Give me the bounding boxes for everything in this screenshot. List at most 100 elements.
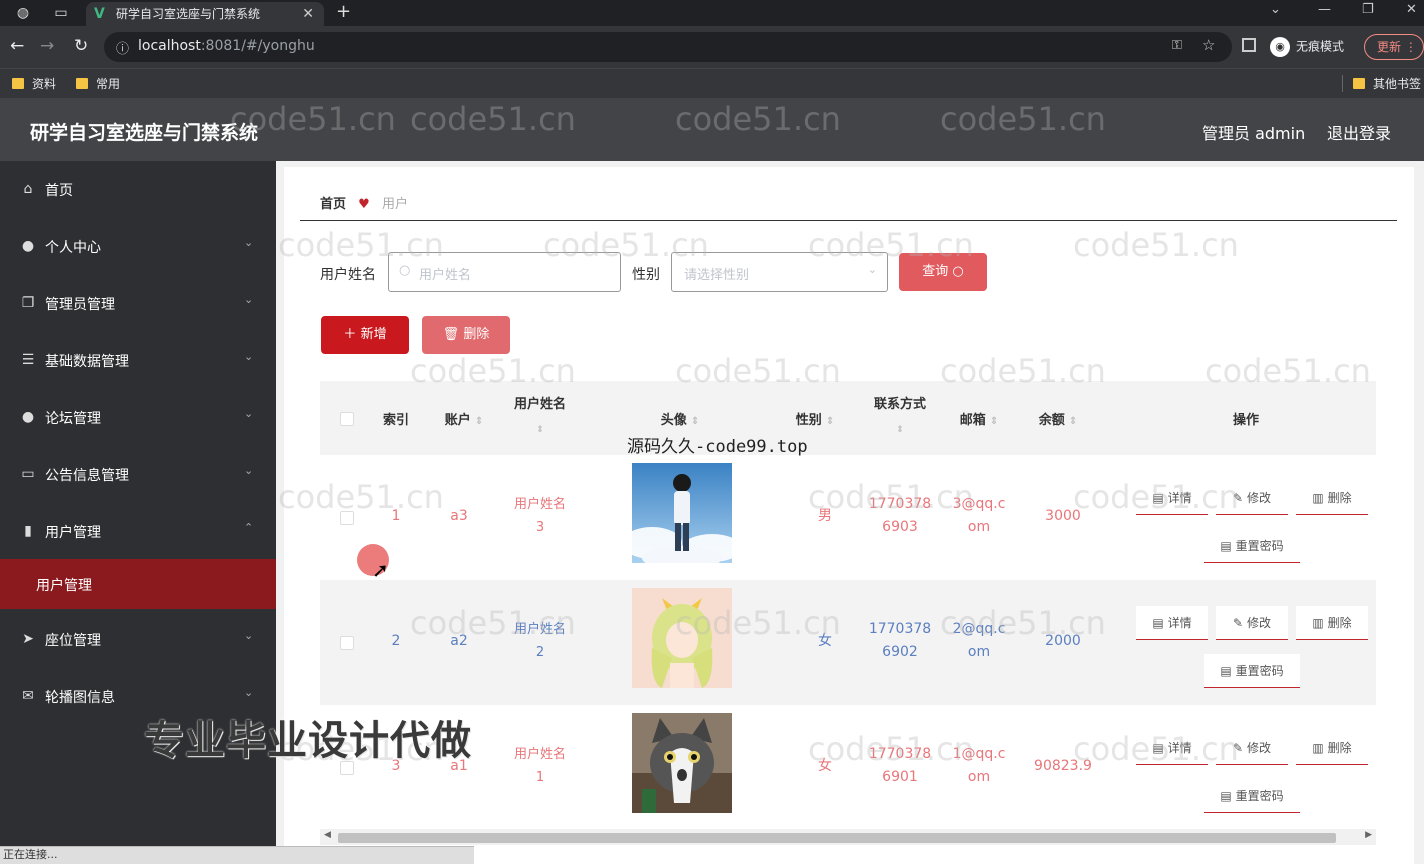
header-gender[interactable]: 性别 ⇕ [780, 409, 850, 428]
sidebar-item-basedata[interactable]: ☰ 基础数据管理 ⌄ [0, 332, 276, 389]
reset-label: 重置密码 [1235, 539, 1284, 553]
avatar-cat [632, 713, 732, 813]
query-button[interactable]: 查询 ○ [899, 253, 987, 291]
sidebar-subitem-users[interactable]: 用户管理 [0, 559, 276, 609]
back-icon[interactable]: ← [10, 36, 24, 56]
header-actions: 操作 [1232, 413, 1259, 428]
source-overlay-text: 源码久久-code99.top [627, 437, 808, 457]
trash-icon: ▥ [1312, 616, 1324, 630]
name-search-input[interactable]: ○ 用户姓名 [388, 252, 621, 292]
cell-contact-line2: 6903 [882, 519, 918, 535]
delete-button[interactable]: ▥ 删除 [1296, 606, 1368, 640]
chevron-down-icon: ⌄ [244, 350, 254, 363]
update-button[interactable]: 更新 ⋮ [1364, 34, 1424, 60]
delete-button[interactable]: ▥ 删除 [1296, 731, 1368, 765]
header-account[interactable]: 账户 ⇕ [434, 409, 494, 428]
header-name[interactable]: 用户姓名 ⇕ [500, 393, 580, 435]
sidebar-item-users[interactable]: ▮ 用户管理 ⌃ [0, 503, 276, 560]
url-field[interactable]: ⓘ localhost:8081/#/yonghu ⚿ ☆ [104, 32, 1232, 62]
cell-index: 1 [391, 508, 401, 524]
info-icon[interactable]: ⓘ [116, 38, 129, 57]
edit-label: 修改 [1246, 616, 1271, 630]
sidebar-item-admins[interactable]: ❐ 管理员管理 ⌄ [0, 275, 276, 332]
header-avatar[interactable]: 头像 ⇕ [640, 409, 720, 428]
app-title: 研学自习室选座与门禁系统 [30, 122, 259, 144]
bookmark-folder[interactable]: 常用 [76, 75, 120, 92]
sort-icon[interactable]: ⇕ [990, 416, 998, 427]
gender-select[interactable]: 请选择性别 ⌄ [671, 252, 888, 292]
header-email[interactable]: 邮箱 ⇕ [944, 409, 1014, 428]
window-close-icon[interactable]: ✕ [1406, 2, 1417, 17]
restore-icon[interactable]: ❐ [1362, 2, 1374, 17]
bookmark-folder[interactable]: 资料 [12, 75, 56, 92]
row-checkbox[interactable] [340, 636, 354, 650]
edit-button[interactable]: ✎ 修改 [1216, 481, 1288, 515]
sort-icon[interactable]: ⇕ [691, 416, 699, 427]
cell-contact: 1770378 6902 [865, 618, 935, 664]
scroll-right-icon[interactable]: ▶ [1365, 830, 1372, 840]
scroll-left-icon[interactable]: ◀ [324, 830, 331, 840]
bookmark-star-icon[interactable]: ☆ [1202, 36, 1215, 54]
sort-icon[interactable]: ⇕ [826, 416, 834, 427]
app-header: 研学自习室选座与门禁系统 管理员 admin 退出登录 [0, 98, 1424, 161]
sidebar-item-notices[interactable]: ▭ 公告信息管理 ⌄ [0, 446, 276, 503]
forward-icon[interactable]: → [40, 36, 54, 56]
side-panel-icon[interactable] [1242, 38, 1256, 52]
sort-icon[interactable]: ⇕ [500, 426, 580, 435]
logout-link[interactable]: 退出登录 [1327, 120, 1391, 144]
chevron-down-icon: ⌄ [244, 686, 254, 699]
detail-button[interactable]: ▤ 详情 [1136, 606, 1208, 640]
reset-password-button[interactable]: ▤ 重置密码 [1204, 779, 1300, 813]
tab-close-icon[interactable]: ✕ [302, 2, 314, 26]
window-icon[interactable]: ▭ [52, 4, 70, 22]
sidebar-item-home[interactable]: ⌂ 首页 [0, 161, 276, 218]
reset-label: 重置密码 [1235, 664, 1284, 678]
sort-icon[interactable]: ⇕ [865, 426, 935, 435]
other-bookmarks[interactable]: 其他书签 [1342, 75, 1421, 92]
sidebar-item-profile[interactable]: ● 个人中心 ⌄ [0, 218, 276, 275]
browser-tab[interactable]: V 研学自习室选座与门禁系统 ✕ [86, 2, 324, 26]
reload-icon[interactable]: ↻ [74, 36, 88, 56]
sidebar-item-seats[interactable]: ➤ 座位管理 ⌄ [0, 611, 276, 668]
breadcrumb-current: 用户 [381, 197, 408, 212]
table-horizontal-scrollbar[interactable]: ◀ ▶ [320, 829, 1376, 845]
detail-button[interactable]: ▤ 详情 [1136, 731, 1208, 765]
sort-icon[interactable]: ⇕ [475, 416, 483, 427]
edit-button[interactable]: ✎ 修改 [1216, 606, 1288, 640]
cell-contact-line1: 1770378 [868, 746, 932, 762]
sort-icon[interactable]: ⇕ [1069, 416, 1077, 427]
edit-button[interactable]: ✎ 修改 [1216, 731, 1288, 765]
reset-password-button[interactable]: ▤ 重置密码 [1204, 654, 1300, 688]
cell-gender: 女 [818, 633, 832, 649]
batch-delete-button[interactable]: 🗑 删除 [422, 316, 510, 354]
tab-search-icon[interactable]: ⌄ [1270, 2, 1281, 17]
row-checkbox[interactable] [340, 511, 354, 525]
sidebar-item-label: 管理员管理 [45, 297, 115, 313]
breadcrumb-home[interactable]: 首页 [320, 197, 346, 212]
cell-name-line1: 用户姓名 [513, 747, 566, 762]
reset-password-button[interactable]: ▤ 重置密码 [1204, 529, 1300, 563]
cell-contact: 1770378 6903 [865, 493, 935, 539]
key-icon[interactable]: ⚿ [1172, 38, 1182, 53]
cell-balance: 3000 [1045, 508, 1081, 524]
select-all-checkbox[interactable] [340, 412, 354, 426]
delete-button-label: 删除 [463, 327, 490, 342]
search-icon: ○ [952, 264, 964, 279]
scrollbar-thumb[interactable] [338, 833, 1336, 843]
incognito-indicator[interactable]: ◉ 无痕模式 [1270, 37, 1344, 57]
header-contact[interactable]: 联系方式 ⇕ [865, 393, 935, 435]
minimize-icon[interactable]: — [1318, 2, 1331, 17]
pencil-icon: ✎ [1233, 741, 1244, 755]
delete-button[interactable]: ▥ 删除 [1296, 481, 1368, 515]
chart-icon: ▮ [24, 523, 32, 539]
avatar-boy-sky [632, 463, 732, 563]
table-row: 3 a1 用户姓名 1 女 1770378 6901 1@qq.c om 908… [320, 705, 1376, 830]
sidebar-item-forum[interactable]: ● 论坛管理 ⌄ [0, 389, 276, 446]
add-button[interactable]: ＋ 新增 [321, 316, 409, 354]
cell-email-line2: om [967, 769, 991, 785]
new-tab-icon[interactable]: + [336, 1, 351, 22]
header-balance[interactable]: 余额 ⇕ [1023, 409, 1093, 428]
detail-label: 详情 [1167, 616, 1192, 630]
search-icon: ○ [399, 263, 411, 278]
detail-button[interactable]: ▤ 详情 [1136, 481, 1208, 515]
